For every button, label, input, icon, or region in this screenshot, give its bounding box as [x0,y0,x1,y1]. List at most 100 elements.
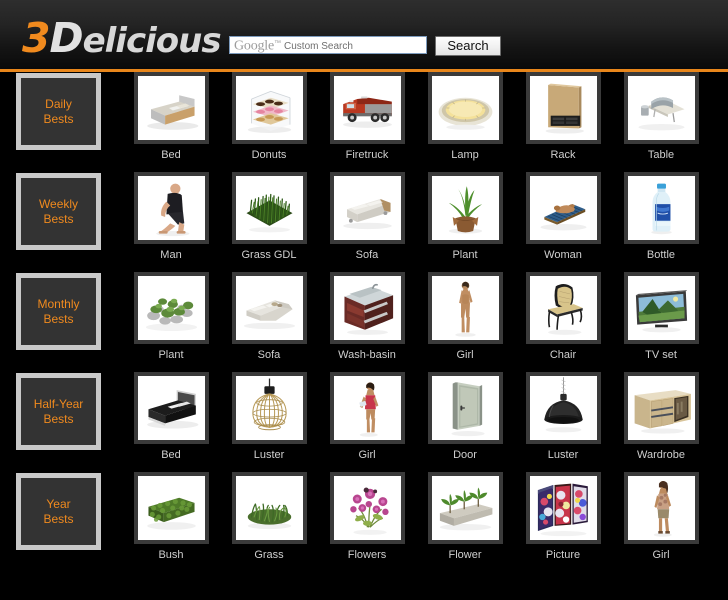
model-item[interactable]: Door [416,372,514,461]
model-item[interactable]: Sofa [318,172,416,261]
model-label: Chair [549,349,577,361]
model-thumbnail[interactable] [329,472,405,544]
model-label: Grass [254,549,284,561]
model-thumbnail[interactable] [525,172,601,244]
logo-three: 3 [22,14,51,62]
model-label: Sofa [257,349,281,361]
model-item[interactable]: Luster [220,372,318,461]
model-label: Door [453,449,477,461]
category-label-line1: Half-Year [33,396,84,411]
model-item[interactable]: Flower [416,472,514,561]
model-thumbnail[interactable] [329,272,405,344]
model-thumbnail[interactable] [525,272,601,344]
model-item[interactable]: Man [122,172,220,261]
model-thumbnail[interactable] [525,472,601,544]
tv-set-icon [627,276,695,340]
model-thumbnail[interactable] [231,272,307,344]
model-thumbnail[interactable] [231,72,307,144]
model-thumbnail[interactable] [133,472,209,544]
model-item[interactable]: Bottle [612,172,710,261]
search-button[interactable]: Search [435,36,501,56]
model-thumbnail[interactable] [623,72,699,144]
model-thumbnail[interactable] [427,472,503,544]
model-item[interactable]: Chair [514,272,612,361]
category-weekly-bests[interactable]: Weekly Bests [16,173,101,250]
wash-basin-icon [333,276,401,340]
category-year-bests[interactable]: Year Bests [16,473,101,550]
model-thumbnail[interactable] [427,172,503,244]
category-monthly-bests[interactable]: Monthly Bests [16,273,101,350]
model-item[interactable]: Sofa [220,272,318,361]
model-item[interactable]: Wash-basin [318,272,416,361]
model-thumbnail[interactable] [231,372,307,444]
category-daily-bests[interactable]: Daily Bests [16,73,101,150]
model-item[interactable]: Girl [416,272,514,361]
model-label: Girl [456,349,474,361]
row-items: Bush Grass Flowers Flower Picture Girl [122,472,728,561]
sofa-white-icon [333,176,401,240]
category-label-line2: Bests [43,111,74,126]
model-thumbnail[interactable] [623,472,699,544]
model-thumbnail[interactable] [133,272,209,344]
model-label: Bed [161,449,181,461]
model-item[interactable]: Bush [122,472,220,561]
site-logo[interactable]: 3Delicious [22,14,222,62]
model-item[interactable]: Plant [416,172,514,261]
model-item[interactable]: Flowers [318,472,416,561]
bed-light-icon [137,76,205,140]
model-item[interactable]: TV set [612,272,710,361]
model-thumbnail[interactable] [525,72,601,144]
model-thumbnail[interactable] [133,72,209,144]
model-item[interactable]: Donuts [220,72,318,161]
rack-icon [529,76,597,140]
model-item[interactable]: Plant [122,272,220,361]
model-item[interactable]: Bed [122,72,220,161]
model-thumbnail[interactable] [231,172,307,244]
bests-row: Daily Bests Bed Donuts Firetruck Lamp Ra… [0,72,728,172]
model-thumbnail[interactable] [427,272,503,344]
model-item[interactable]: Girl [612,472,710,561]
model-label: TV set [645,349,677,361]
girl-standing-icon [431,276,499,340]
model-thumbnail[interactable] [623,372,699,444]
category-label-line2: Bests [43,311,74,326]
model-label: Woman [544,249,582,261]
model-label: Table [647,149,675,161]
model-label: Flower [448,549,482,561]
model-item[interactable]: Woman [514,172,612,261]
category-half-year-bests[interactable]: Half-Year Bests [16,373,101,450]
model-label: Bottle [646,249,676,261]
model-label: Sofa [355,249,379,261]
model-thumbnail[interactable] [133,372,209,444]
bests-row: Half-Year Bests Bed Luster Girl Door Lus… [0,372,728,472]
model-item[interactable]: Girl [318,372,416,461]
google-wordmark: Google [234,38,275,54]
search-input[interactable]: Google™ Custom Search [229,36,427,54]
category-label-line1: Weekly [38,196,79,211]
model-item[interactable]: Lamp [416,72,514,161]
model-item[interactable]: Wardrobe [612,372,710,461]
model-thumbnail[interactable] [427,372,503,444]
plant-rocks-icon [137,276,205,340]
model-thumbnail[interactable] [525,372,601,444]
woman-icon [529,176,597,240]
model-thumbnail[interactable] [133,172,209,244]
model-item[interactable]: Bed [122,372,220,461]
logo-rest: elicious [82,21,222,61]
model-item[interactable]: Luster [514,372,612,461]
model-item[interactable]: Firetruck [318,72,416,161]
model-thumbnail[interactable] [329,172,405,244]
model-item[interactable]: Table [612,72,710,161]
girl-red-icon [333,376,401,440]
model-item[interactable]: Rack [514,72,612,161]
model-item[interactable]: Grass [220,472,318,561]
model-thumbnail[interactable] [623,172,699,244]
model-thumbnail[interactable] [329,372,405,444]
model-thumbnail[interactable] [623,272,699,344]
model-item[interactable]: Grass GDL [220,172,318,261]
wardrobe-icon [627,376,695,440]
model-thumbnail[interactable] [329,72,405,144]
model-thumbnail[interactable] [427,72,503,144]
model-item[interactable]: Picture [514,472,612,561]
model-thumbnail[interactable] [231,472,307,544]
